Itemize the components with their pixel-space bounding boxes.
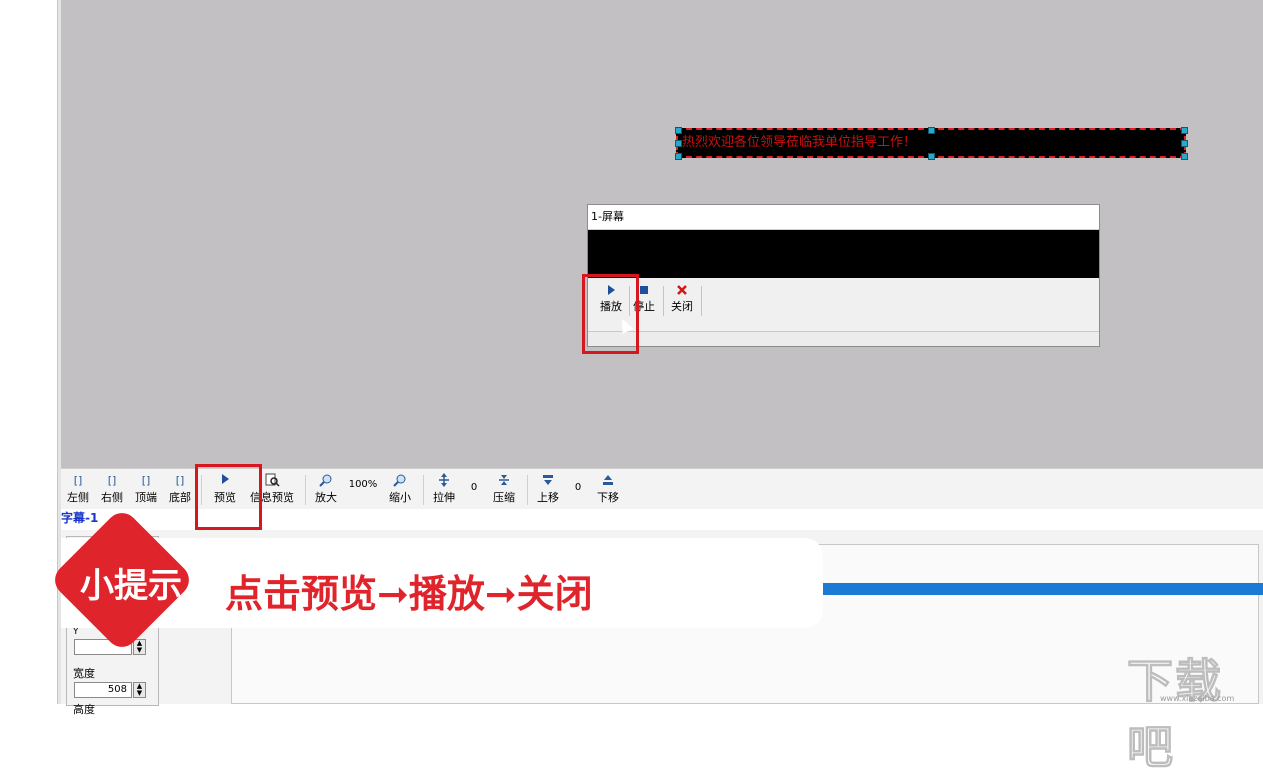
- align-right-icon: []: [107, 474, 117, 487]
- preview-screen: [588, 230, 1099, 278]
- move-down-icon: [593, 473, 623, 489]
- highlight-preview-box: [195, 464, 262, 530]
- stretch-icon: [429, 473, 459, 489]
- zoom-out-icon: [385, 473, 415, 489]
- zoom-out-label: 缩小: [389, 491, 411, 504]
- compress-button[interactable]: 压缩: [489, 473, 519, 505]
- y-label: Y: [73, 627, 79, 637]
- watermark-logo: 下载吧: [1127, 654, 1223, 775]
- move-value: 0: [569, 473, 587, 503]
- move-up-icon: [533, 473, 563, 489]
- blue-progress-bar: [823, 583, 1263, 595]
- marquee-text: 热烈欢迎各位领导莅临我单位指导工作！: [682, 135, 917, 150]
- resize-handle-mr[interactable]: [1181, 140, 1188, 147]
- resize-handle-br[interactable]: [1181, 153, 1188, 160]
- align-bottom-label: 底部: [169, 491, 191, 504]
- move-down-label: 下移: [597, 491, 619, 504]
- close-label: 关闭: [671, 300, 693, 313]
- stretch-label: 拉伸: [433, 491, 455, 504]
- close-icon: [665, 284, 699, 298]
- watermark-url: www.xiazaiba.com: [1160, 694, 1235, 703]
- separator: [305, 475, 306, 505]
- align-top-label: 顶端: [135, 491, 157, 504]
- resize-handle-tr[interactable]: [1181, 127, 1188, 134]
- resize-handle-tl[interactable]: [675, 127, 682, 134]
- y-spinner[interactable]: ▲ ▼: [133, 639, 146, 655]
- align-right-label: 右侧: [101, 491, 123, 504]
- stretch-value: 0: [465, 473, 483, 503]
- width-input[interactable]: 508: [74, 682, 132, 698]
- close-button[interactable]: 关闭: [665, 284, 699, 314]
- align-left-label: 左侧: [67, 491, 89, 504]
- zoom-level-value: 100%: [348, 479, 378, 490]
- align-right-button[interactable]: [] 右侧: [97, 473, 127, 505]
- zoom-in-button[interactable]: 放大: [311, 473, 341, 505]
- move-down-button[interactable]: 下移: [593, 473, 623, 505]
- compress-label: 压缩: [493, 491, 515, 504]
- preview-window: 1-屏幕 播放 停止 关闭: [587, 204, 1100, 347]
- align-top-icon: []: [141, 474, 151, 487]
- stretch-value-text: 0: [470, 482, 478, 493]
- left-margin: [0, 0, 57, 704]
- height-label: 高度: [73, 703, 95, 716]
- preview-status-bar: [588, 331, 1099, 346]
- align-bottom-icon: []: [175, 474, 185, 487]
- zoom-in-label: 放大: [315, 491, 337, 504]
- section-label: 字幕-1: [61, 511, 99, 525]
- separator: [527, 475, 528, 505]
- preview-toolbar: 播放 停止 关闭: [588, 278, 1099, 322]
- separator: [663, 286, 664, 316]
- tip-text: 点击预览➞播放➞关闭: [225, 572, 593, 616]
- align-top-button[interactable]: [] 顶端: [131, 473, 161, 505]
- resize-handle-bm[interactable]: [928, 153, 935, 160]
- zoom-level: 100%: [345, 473, 381, 497]
- resize-handle-tm[interactable]: [928, 127, 935, 134]
- width-label: 宽度: [73, 667, 95, 680]
- separator: [423, 475, 424, 505]
- width-spinner[interactable]: ▲ ▼: [133, 682, 146, 698]
- resize-handle-ml[interactable]: [675, 140, 682, 147]
- move-value-text: 0: [574, 482, 582, 493]
- separator: [701, 286, 702, 316]
- align-bottom-button[interactable]: [] 底部: [165, 473, 195, 505]
- stretch-button[interactable]: 拉伸: [429, 473, 459, 505]
- resize-handle-bl[interactable]: [675, 153, 682, 160]
- move-up-button[interactable]: 上移: [533, 473, 563, 505]
- highlight-play-box: [582, 274, 639, 354]
- zoom-in-icon: [311, 473, 341, 489]
- align-left-button[interactable]: [] 左侧: [63, 473, 93, 505]
- preview-window-title: 1-屏幕: [588, 205, 1099, 230]
- compress-icon: [489, 473, 519, 489]
- align-left-icon: []: [73, 474, 83, 487]
- zoom-out-button[interactable]: 缩小: [385, 473, 415, 505]
- move-up-label: 上移: [537, 491, 559, 504]
- tip-badge-text: 小提示: [80, 566, 182, 606]
